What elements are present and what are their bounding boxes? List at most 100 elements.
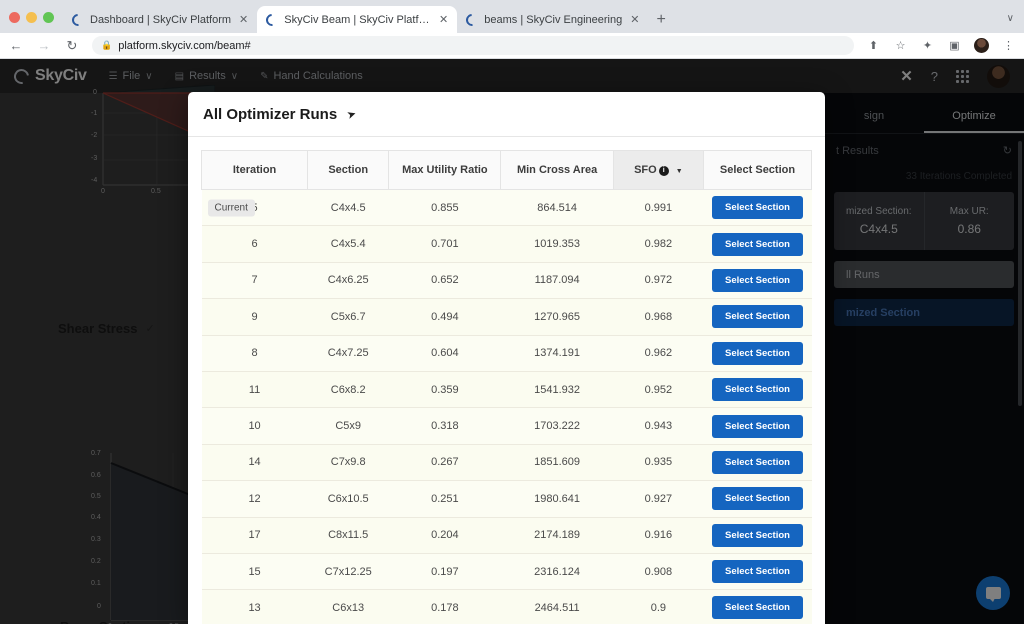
browser-tab-active[interactable]: SkyCiv Beam | SkyCiv Platform ✕ [257, 6, 458, 33]
back-icon[interactable]: ← [8, 38, 24, 53]
select-section-button[interactable]: Select Section [712, 596, 803, 620]
col-section[interactable]: Section [307, 150, 390, 190]
select-section-button[interactable]: Select Section [712, 450, 803, 474]
table-row: 9 C5x6.7 0.494 1270.965 0.968 Select Section [201, 298, 812, 336]
table-row: 14 C7x9.8 0.267 1851.609 0.935 Select Section [201, 444, 812, 482]
sort-descending-icon[interactable]: ▼ [676, 168, 683, 175]
cell-min-cross-area: 1980.641 [500, 480, 614, 518]
select-section-button[interactable]: Select Section [712, 378, 803, 402]
cell-select-section: Select Section [703, 298, 812, 336]
screen: Dashboard | SkyCiv Platform ✕ SkyCiv Bea… [0, 0, 1024, 624]
cell-iteration: 10 [201, 407, 308, 445]
select-section-button[interactable]: Select Section [712, 414, 803, 438]
cell-max-utility-ratio: 0.855 [388, 189, 501, 227]
select-section-button[interactable]: Select Section [712, 232, 803, 256]
cell-sfo: 0.962 [613, 335, 704, 372]
cell-iteration: 9 [201, 298, 308, 336]
browser-toolbar: ← → ↻ 🔒 platform.skyciv.com/beam# ⬆ ☆ ✦ … [0, 33, 1024, 59]
col-sfo[interactable]: SFO i ▼ [612, 150, 704, 190]
table-row: 13 C6x13 0.178 2464.511 0.9 Select Section [201, 589, 812, 624]
cell-section: C4x7.25 [307, 335, 389, 372]
select-section-button[interactable]: Select Section [712, 305, 803, 329]
cell-iteration: 14 [201, 444, 308, 482]
minimize-window-button[interactable] [26, 12, 37, 23]
optimizer-runs-table: Iteration Section Max Utility Ratio Min … [200, 150, 813, 624]
table-body: Current 5 C4x4.5 0.855 864.514 0.991 Select Se… [201, 189, 812, 624]
cell-min-cross-area: 1187.094 [500, 262, 614, 300]
cell-section: C4x6.25 [307, 262, 389, 300]
tab-title: SkyCiv Beam | SkyCiv Platform [284, 13, 432, 26]
cell-select-section: Select Section [703, 335, 812, 372]
lock-icon: 🔒 [101, 40, 113, 50]
select-section-button[interactable]: Select Section [712, 196, 803, 220]
cell-min-cross-area: 1374.191 [500, 335, 614, 372]
col-min-cross-area[interactable]: Min Cross Area [500, 150, 614, 190]
cell-min-cross-area: 2316.124 [500, 553, 614, 591]
table-row: 12 C6x10.5 0.251 1980.641 0.927 Select Sectio… [201, 480, 812, 518]
col-iteration[interactable]: Iteration [200, 150, 309, 190]
window-controls[interactable] [0, 12, 63, 33]
side-panel-icon[interactable]: ▣ [947, 39, 962, 52]
reload-icon[interactable]: ↻ [64, 38, 80, 54]
cell-max-utility-ratio: 0.652 [388, 262, 501, 300]
all-optimizer-runs-modal: All Optimizer Runs ➤ Iteration Section M… [188, 92, 825, 624]
cell-section: C6x10.5 [307, 480, 389, 518]
extensions-icon[interactable]: ✦ [920, 39, 935, 52]
table-row: 10 C5x9 0.318 1703.222 0.943 Select Section [201, 407, 812, 445]
select-section-button[interactable]: Select Section [712, 560, 803, 584]
iteration-value: 17 [248, 529, 261, 542]
table-row: 7 C4x6.25 0.652 1187.094 0.972 Select Section [201, 262, 812, 300]
browser-menu-icon[interactable]: ⋮ [1001, 39, 1016, 52]
select-section-button[interactable]: Select Section [712, 487, 803, 511]
cell-max-utility-ratio: 0.359 [388, 371, 501, 409]
table-header-row: Iteration Section Max Utility Ratio Min … [200, 150, 813, 190]
col-select-section: Select Section [702, 150, 813, 190]
skyciv-favicon [463, 11, 481, 28]
table-row: 6 C4x5.4 0.701 1019.353 0.982 Select Section [201, 225, 812, 263]
cell-max-utility-ratio: 0.494 [388, 298, 501, 336]
cell-max-utility-ratio: 0.267 [388, 444, 501, 482]
cell-select-section: Select Section [703, 444, 812, 482]
info-icon[interactable]: i [658, 165, 669, 176]
iteration-value: 7 [251, 274, 258, 287]
cell-sfo: 0.943 [613, 407, 704, 445]
cell-select-section: Select Section [703, 371, 812, 409]
cell-min-cross-area: 1541.932 [500, 371, 614, 409]
select-section-button[interactable]: Select Section [712, 341, 803, 365]
iteration-value: 13 [248, 601, 261, 614]
tab-title: beams | SkyCiv Engineering [484, 13, 623, 26]
cell-max-utility-ratio: 0.701 [388, 225, 501, 263]
cell-sfo: 0.935 [613, 444, 704, 482]
table-row: 8 C4x7.25 0.604 1374.191 0.962 Select Section [201, 335, 812, 372]
browser-tab[interactable]: Dashboard | SkyCiv Platform ✕ [63, 6, 257, 33]
cell-min-cross-area: 1019.353 [500, 225, 614, 263]
select-section-button[interactable]: Select Section [712, 523, 803, 547]
bookmark-star-icon[interactable]: ☆ [893, 39, 908, 52]
cell-iteration: 17 [201, 517, 308, 554]
col-max-utility-ratio[interactable]: Max Utility Ratio [388, 150, 502, 190]
cell-min-cross-area: 1270.965 [500, 298, 614, 336]
new-tab-button[interactable]: + [648, 11, 673, 33]
cell-select-section: Select Section [703, 480, 812, 518]
address-bar[interactable]: 🔒 platform.skyciv.com/beam# [92, 36, 854, 55]
table-row: 15 C7x12.25 0.197 2316.124 0.908 Select Secti… [201, 553, 812, 591]
browser-tab[interactable]: beams | SkyCiv Engineering ✕ [457, 6, 648, 33]
select-section-button[interactable]: Select Section [712, 268, 803, 292]
skyciv-favicon [69, 11, 87, 28]
tab-close-icon[interactable]: ✕ [239, 13, 248, 26]
share-icon[interactable]: ⬆ [866, 39, 881, 52]
close-window-button[interactable] [9, 12, 20, 23]
tab-close-icon[interactable]: ✕ [630, 13, 639, 26]
cell-select-section: Select Section [703, 517, 812, 554]
modal-title: All Optimizer Runs [203, 105, 338, 123]
tab-title: Dashboard | SkyCiv Platform [90, 13, 232, 26]
profile-avatar[interactable] [974, 38, 989, 53]
cell-section: C4x5.4 [307, 225, 389, 263]
chevron-down-icon[interactable]: ∨ [1007, 13, 1024, 33]
cell-iteration: 6 [201, 225, 308, 263]
tab-close-icon[interactable]: ✕ [439, 13, 448, 26]
maximize-window-button[interactable] [43, 12, 54, 23]
cell-section: C8x11.5 [307, 517, 389, 554]
url-text: platform.skyciv.com/beam# [118, 39, 251, 52]
forward-icon[interactable]: → [36, 38, 52, 53]
